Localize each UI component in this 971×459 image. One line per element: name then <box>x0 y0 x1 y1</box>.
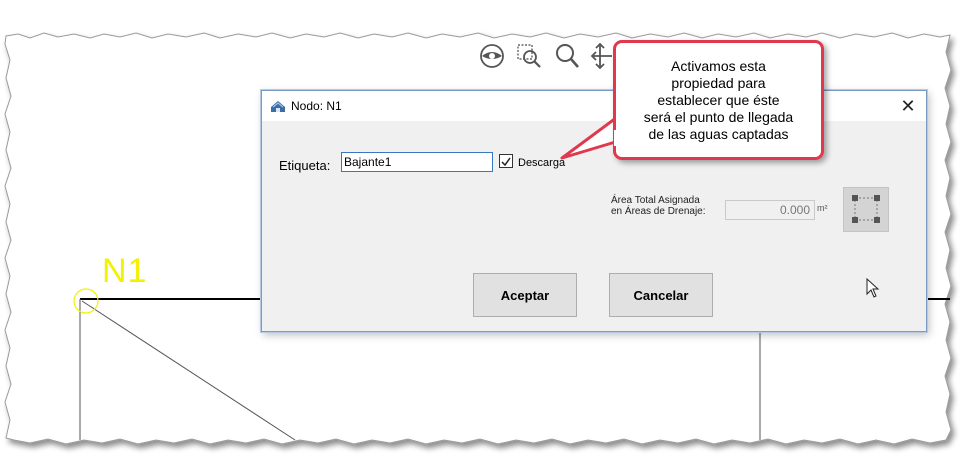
etiqueta-label: Etiqueta: <box>279 158 331 173</box>
area-select-icon <box>852 195 880 223</box>
area-unit-label: m² <box>817 203 828 213</box>
select-areas-button[interactable] <box>843 187 889 232</box>
zoom-window-icon[interactable] <box>515 42 543 70</box>
area-total-field: 0.000 <box>725 200 815 220</box>
callout-line: establecer que éste <box>657 92 780 108</box>
eye-icon[interactable] <box>478 42 506 70</box>
close-button[interactable]: ✕ <box>890 91 926 121</box>
area-label-line2: en Áreas de Drenaje: <box>611 206 706 217</box>
etiqueta-input[interactable] <box>341 152 493 172</box>
dialog-title: Nodo: N1 <box>291 99 342 113</box>
callout-pointer-cover <box>614 130 626 146</box>
descarga-label[interactable]: Descarga <box>518 157 565 169</box>
callout-text: Activamos esta propiedad para establecer… <box>616 58 821 143</box>
descarga-checkbox[interactable] <box>499 154 513 168</box>
app-icon <box>271 101 285 112</box>
callout-bubble: Activamos esta propiedad para establecer… <box>613 40 824 160</box>
cancel-button[interactable]: Cancelar <box>609 273 713 317</box>
callout-line: será el punto de llegada <box>643 109 794 125</box>
callout-line: Activamos esta <box>671 58 766 74</box>
callout-line: propiedad para <box>671 75 766 91</box>
callout-line: de las aguas captadas <box>648 126 789 142</box>
node-label: N1 <box>102 252 148 290</box>
mouse-cursor-icon <box>866 278 880 298</box>
area-total-label: Área Total Asignada en Áreas de Drenaje: <box>611 195 706 217</box>
close-icon: ✕ <box>900 95 916 116</box>
magnifier-icon[interactable] <box>553 42 581 70</box>
checkmark-icon <box>501 157 511 167</box>
accept-button[interactable]: Aceptar <box>473 273 577 317</box>
area-label-line1: Área Total Asignada <box>611 195 700 206</box>
